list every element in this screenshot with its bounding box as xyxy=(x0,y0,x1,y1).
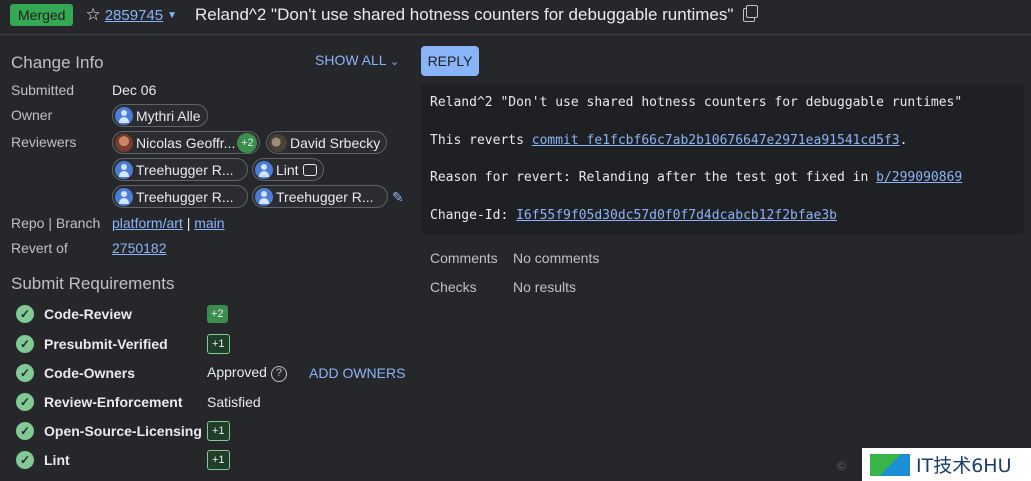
requirement-row: ✓ Review-Enforcement Satisfied xyxy=(16,391,261,413)
chevron-down-icon: ⌄ xyxy=(389,56,400,68)
requirement-name: Code-Review xyxy=(44,306,132,322)
check-circle-icon: ✓ xyxy=(16,305,34,323)
reply-button[interactable]: REPLY xyxy=(421,46,479,76)
submit-requirements-title: Submit Requirements xyxy=(11,274,175,293)
robot-icon xyxy=(302,163,317,176)
bug-link[interactable]: b/299090869 xyxy=(876,170,962,185)
requirement-row: ✓ Presubmit-Verified +1 xyxy=(16,333,230,355)
copy-icon[interactable] xyxy=(743,5,759,22)
avatar xyxy=(255,160,273,179)
change-id-line: Change-Id: I6f55f9f05d30dc57d0f0f7d4dcab… xyxy=(430,208,837,223)
star-icon[interactable]: ☆ xyxy=(85,5,100,25)
reviewer-chip[interactable]: Treehugger R... xyxy=(112,158,248,181)
commit-subject-line: Reland^2 "Don't use shared hotness count… xyxy=(430,95,963,110)
checks-value: No results xyxy=(513,279,577,295)
reviewer-chip[interactable]: Treehugger R... xyxy=(112,185,248,208)
watermark-logo xyxy=(870,453,910,476)
vote-badge[interactable]: +1 xyxy=(207,450,230,470)
requirement-row: ✓ Open-Source-Licensing +1 xyxy=(16,420,230,442)
requirement-row: ✓ Code-Owners Approved? ADD OWNERS xyxy=(16,362,405,384)
avatar xyxy=(115,160,133,179)
owner-label: Owner xyxy=(11,107,53,123)
avatar xyxy=(255,187,273,206)
requirement-name: Lint xyxy=(44,452,70,468)
chevron-down-icon[interactable]: ▼ xyxy=(167,10,177,21)
avatar xyxy=(115,187,133,206)
vote-badge[interactable]: +1 xyxy=(207,334,230,354)
revert-line: This reverts commit fe1fcbf66c7ab2b10676… xyxy=(430,133,908,148)
help-icon[interactable]: ? xyxy=(270,365,287,382)
change-id-link[interactable]: I6f55f9f05d30dc57d0f0f7d4dcabcb12f2bfae3… xyxy=(516,208,837,223)
owner-name: Mythri Alle xyxy=(136,107,201,124)
change-header: Merged ☆ 2859745 ▼ Reland^2 "Don't use s… xyxy=(0,0,1031,30)
requirement-name: Code-Owners xyxy=(44,365,136,381)
watermark-text: IT技术6HU xyxy=(916,455,1012,477)
reviewer-chip[interactable]: Lint xyxy=(252,158,324,181)
reviewer-chip[interactable]: Treehugger R... xyxy=(252,185,388,208)
checks-label: Checks xyxy=(430,279,477,295)
revert-of-label: Revert of xyxy=(11,240,68,256)
requirement-name: Open-Source-Licensing xyxy=(44,423,202,439)
change-info-title: Change Info xyxy=(11,53,104,72)
reviewer-name: Treehugger R... xyxy=(276,188,374,205)
avatar xyxy=(115,106,133,125)
reviewer-chip[interactable]: Nicolas Geoffr... +2 xyxy=(112,131,261,154)
avatar xyxy=(269,133,287,152)
branch-link[interactable]: main xyxy=(194,215,224,231)
change-number-link[interactable]: 2859745 xyxy=(105,7,163,24)
vote-badge[interactable]: +1 xyxy=(207,421,230,441)
requirement-status: Approved? xyxy=(207,364,287,382)
requirement-row: ✓ Lint +1 xyxy=(16,449,230,471)
repo-branch-label: Repo | Branch xyxy=(11,215,101,231)
reviewer-name: Lint xyxy=(276,161,299,178)
requirement-name: Review-Enforcement xyxy=(44,394,183,410)
show-all-button[interactable]: SHOW ALL ⌄ xyxy=(315,52,399,68)
change-subject: Reland^2 "Don't use shared hotness count… xyxy=(195,5,734,24)
check-circle-icon: ✓ xyxy=(16,335,34,353)
vote-badge: +2 xyxy=(237,132,258,153)
edit-icon[interactable]: ✎ xyxy=(392,189,404,206)
reviewer-name: Nicolas Geoffr... xyxy=(136,134,236,151)
status-badge: Merged xyxy=(10,4,74,26)
watermark-small: © xyxy=(837,459,846,473)
check-circle-icon: ✓ xyxy=(16,364,34,382)
comments-value: No comments xyxy=(513,250,600,266)
reviewers-label: Reviewers xyxy=(11,134,77,150)
requirement-name: Presubmit-Verified xyxy=(44,336,168,352)
vote-badge[interactable]: +2 xyxy=(207,305,228,323)
submitted-label: Submitted xyxy=(11,82,75,98)
repo-branch-value: platform/art | main xyxy=(112,215,225,231)
comments-label: Comments xyxy=(430,250,498,266)
repo-link[interactable]: platform/art xyxy=(112,215,183,231)
submitted-value: Dec 06 xyxy=(112,82,157,98)
requirement-status: Satisfied xyxy=(207,394,261,410)
check-circle-icon: ✓ xyxy=(16,393,34,411)
check-circle-icon: ✓ xyxy=(16,422,34,440)
header-divider xyxy=(0,34,1031,35)
reviewer-name: Treehugger R... xyxy=(136,161,234,178)
reason-line: Reason for revert: Relanding after the t… xyxy=(430,170,963,185)
reviewer-name: Treehugger R... xyxy=(136,188,234,205)
revert-commit-link[interactable]: commit fe1fcbf66c7ab2b10676647e2971ea915… xyxy=(532,133,900,148)
watermark: © IT技术6HU xyxy=(837,448,1031,481)
revert-of-link[interactable]: 2750182 xyxy=(112,240,167,256)
reviewer-name: David Srbecky xyxy=(290,134,381,151)
avatar xyxy=(115,133,133,152)
commit-message: Reland^2 "Don't use shared hotness count… xyxy=(421,84,1024,234)
requirement-row: ✓ Code-Review +2 xyxy=(16,303,228,325)
reviewer-chip[interactable]: David Srbecky xyxy=(266,131,388,154)
check-circle-icon: ✓ xyxy=(16,451,34,469)
add-owners-button[interactable]: ADD OWNERS xyxy=(309,365,405,381)
owner-chip[interactable]: Mythri Alle xyxy=(112,104,208,127)
repo-branch-separator: | xyxy=(186,215,191,231)
